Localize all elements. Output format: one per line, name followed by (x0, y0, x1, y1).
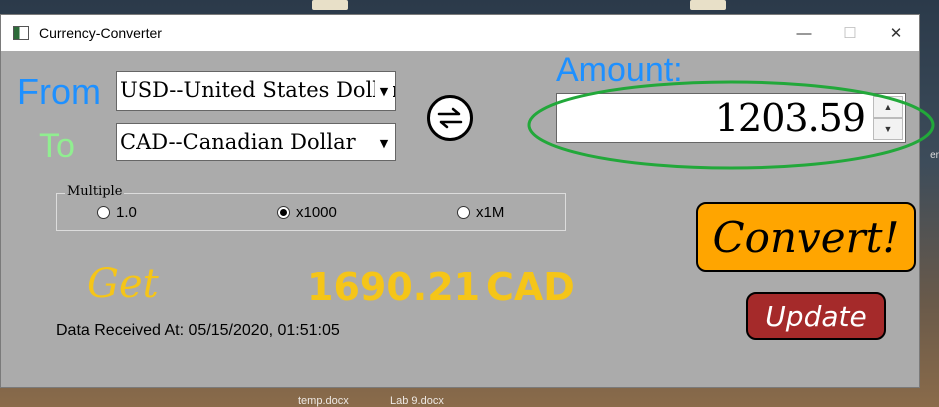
to-label: To (39, 127, 75, 165)
to-currency-value: CAD--Canadian Dollar (120, 130, 356, 154)
chevron-down-icon[interactable]: ▼ (375, 128, 393, 158)
multiple-group-title: Multiple (65, 184, 125, 199)
from-currency-select[interactable]: USD--United States Dollar ▼ (116, 71, 396, 111)
from-label: From (17, 71, 101, 112)
window-title: Currency-Converter (39, 25, 162, 41)
spin-up-icon[interactable]: ▲ (873, 96, 903, 118)
desktop-edge-fragment: er (930, 150, 939, 161)
amount-label: Amount: (556, 51, 683, 89)
amount-value[interactable]: 1203.59 (715, 96, 866, 140)
multiple-radio-x1000[interactable]: x1000 (277, 204, 337, 221)
radio-label: x1000 (296, 204, 337, 221)
to-currency-select[interactable]: CAD--Canadian Dollar ▼ (116, 123, 396, 161)
multiple-radio-1[interactable]: 1.0 (97, 204, 137, 221)
minimize-button[interactable]: — (781, 15, 827, 51)
radio-label: 1.0 (116, 204, 137, 221)
close-button[interactable]: ✕ (873, 15, 919, 51)
result-value: 1690.21 (307, 265, 481, 309)
radio-checked-icon[interactable] (277, 206, 290, 219)
result-prefix: Get (87, 261, 159, 307)
convert-button[interactable]: Convert! (696, 202, 916, 272)
chevron-down-icon[interactable]: ▼ (375, 76, 393, 106)
from-currency-value: USD--United States Dollar (120, 78, 396, 102)
radio-icon[interactable] (97, 206, 110, 219)
desktop-icon[interactable] (312, 0, 348, 10)
swap-arrows-icon (437, 107, 463, 129)
spin-down-icon[interactable]: ▼ (873, 118, 903, 140)
radio-icon[interactable] (457, 206, 470, 219)
multiple-groupbox: Multiple 1.0 x1000 x1M (56, 184, 566, 231)
desktop-file-temp[interactable]: temp.docx (298, 395, 349, 407)
update-button[interactable]: Update (746, 292, 886, 340)
desktop-file-lab9[interactable]: Lab 9.docx (390, 395, 444, 407)
result-currency: CAD (486, 265, 575, 309)
radio-label: x1M (476, 204, 505, 221)
app-icon (13, 26, 29, 40)
title-bar[interactable]: Currency-Converter — ☐ ✕ (1, 15, 919, 51)
swap-currencies-button[interactable] (427, 95, 473, 141)
amount-spinbox[interactable]: 1203.59 ▲ ▼ (556, 93, 906, 143)
app-window: Currency-Converter — ☐ ✕ From USD--Unite… (0, 14, 935, 388)
desktop-icon[interactable] (690, 0, 726, 10)
maximize-button[interactable]: ☐ (827, 15, 873, 51)
data-received-timestamp: Data Received At: 05/15/2020, 01:51:05 (56, 322, 340, 339)
multiple-radio-x1m[interactable]: x1M (457, 204, 504, 221)
